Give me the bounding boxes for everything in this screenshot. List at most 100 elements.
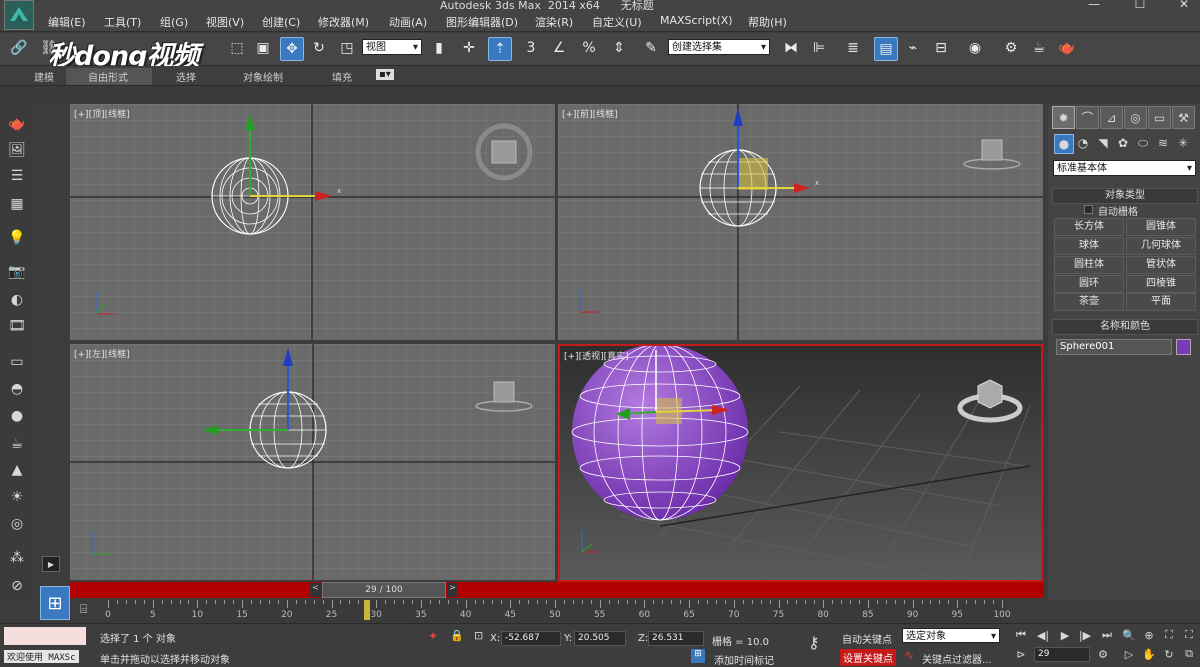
next-frame-icon[interactable]: |▶ [1076, 627, 1094, 643]
viewport-front[interactable]: x [+][前][线框] [558, 104, 1043, 340]
menu-graph-editors[interactable]: 图形编辑器(D) [446, 14, 518, 30]
sphere-shaded[interactable] [571, 346, 749, 521]
hierarchy-tab-icon[interactable]: ⊿ [1100, 106, 1123, 129]
utilities-tab-icon[interactable]: ⚒ [1172, 106, 1195, 129]
set-key-button[interactable]: 设置关键点 [840, 649, 896, 666]
box-icon[interactable]: ▭ [6, 352, 28, 372]
mirror-icon[interactable]: ⧓ [780, 37, 802, 59]
reference-coordinate-dropdown[interactable]: 视图 [362, 39, 422, 55]
material-editor-icon[interactable]: ◉ [964, 37, 986, 59]
track-bar[interactable]: 0 5 10 15 20 25 30 35 40 45 50 55 60 65 70 75 80 85 90 95 10… [105, 600, 1011, 622]
menu-create[interactable]: 创建(C) [262, 14, 300, 30]
moon-icon[interactable]: ◐ [6, 290, 28, 310]
menu-tools[interactable]: 工具(T) [104, 14, 141, 30]
helpers-icon[interactable]: ⬭ [1134, 134, 1152, 152]
list-icon[interactable]: ☰ [6, 166, 28, 186]
viewport-layout-icon[interactable]: ⊞ [40, 586, 70, 620]
isolate-selection-icon[interactable]: ✦ [428, 629, 438, 643]
render-setup-icon[interactable]: ⚙ [1000, 37, 1022, 59]
teapot-button[interactable]: 茶壶 [1054, 293, 1124, 311]
viewport-perspective[interactable]: [+][透视][真实] [558, 344, 1043, 582]
orbit-icon[interactable]: ↻ [1160, 646, 1178, 662]
menu-group[interactable]: 组(G) [160, 14, 188, 30]
viewport-perspective-label[interactable]: [+][透视][真实] [564, 349, 629, 362]
viewport-front-label[interactable]: [+][前][线框] [562, 107, 618, 120]
align-icon[interactable]: ⊫ [808, 37, 830, 59]
selection-lock-icon[interactable]: 🔒 [450, 629, 464, 642]
sun-icon[interactable]: ☀ [6, 487, 28, 507]
x-coordinate-field[interactable]: -52.687 [501, 631, 561, 646]
geometry-icon[interactable]: ● [1054, 134, 1074, 154]
pan-view-icon[interactable]: ✋ [1140, 646, 1158, 662]
snap-toggle-icon[interactable]: 3 [520, 37, 542, 59]
select-scale-icon[interactable]: ◳ [336, 37, 358, 59]
play-preview-icon[interactable]: ▶ [42, 556, 60, 572]
window-crossing-icon[interactable]: ▣ [252, 37, 274, 59]
prev-frame-arrow-icon[interactable]: < [310, 583, 321, 597]
menu-customize[interactable]: 自定义(U) [592, 14, 642, 30]
cameras-icon[interactable]: ✿ [1114, 134, 1132, 152]
cone-button[interactable]: 圆锥体 [1126, 218, 1196, 236]
edit-named-selection-icon[interactable]: ✎ [640, 37, 662, 59]
object-name-field[interactable]: Sphere001 [1056, 339, 1172, 355]
spinner-snap-icon[interactable]: ⇕ [608, 37, 630, 59]
lights-icon[interactable]: ◥ [1094, 134, 1112, 152]
viewport-top[interactable]: x [+][顶][线框] [70, 104, 555, 340]
menu-views[interactable]: 视图(V) [206, 14, 244, 30]
maxscript-mini-listener-top[interactable] [4, 627, 86, 645]
maximize-button[interactable]: ☐ [1126, 0, 1154, 11]
key-mode-dropdown[interactable]: 选定对象 [902, 628, 1000, 644]
y-coordinate-field[interactable]: 20.505 [574, 631, 626, 646]
tube-button[interactable]: 管状体 [1126, 256, 1196, 274]
key-icon[interactable]: ⚷ [808, 633, 820, 652]
schematic-view-icon[interactable]: ⊟ [930, 37, 952, 59]
viewport-left[interactable]: [+][左][线框] [70, 344, 555, 580]
key-mode-toggle-icon[interactable]: ⊳ [1012, 646, 1030, 662]
zoom-extents-icon[interactable]: ⛶ [1160, 627, 1178, 643]
prev-frame-icon[interactable]: ◀| [1034, 627, 1052, 643]
ribbon-tab-freeform[interactable]: 自由形式 [88, 69, 128, 84]
transform-type-in-icon[interactable]: ⊡ [474, 629, 483, 642]
time-slider-knob[interactable]: 29 / 100 [322, 582, 446, 598]
torus-icon[interactable]: ◎ [6, 514, 28, 534]
ribbon-tab-populate[interactable]: 填充 [332, 69, 352, 84]
app-logo-icon[interactable] [4, 0, 34, 30]
menu-animation[interactable]: 动画(A) [389, 14, 427, 30]
shapes-icon[interactable]: ◔ [1074, 134, 1092, 152]
object-color-swatch[interactable] [1176, 339, 1191, 355]
goto-start-icon[interactable]: ⏮ [1012, 627, 1030, 643]
name-color-rollout-header[interactable]: 名称和颜色 [1052, 319, 1198, 335]
geosphere-button[interactable]: 几何球体 [1126, 237, 1196, 255]
minimize-button[interactable]: — [1080, 0, 1108, 11]
current-frame-field[interactable]: 29 [1034, 647, 1090, 662]
viewport-left-label[interactable]: [+][左][线框] [74, 347, 130, 360]
field-of-view-icon[interactable]: ▷ [1120, 646, 1138, 662]
graphite-ribbon-icon[interactable]: ▤ [874, 37, 898, 61]
zoom-extents-all-icon[interactable]: ⛶ [1180, 627, 1198, 643]
menu-rendering[interactable]: 渲染(R) [535, 14, 573, 30]
torus-button[interactable]: 圆环 [1054, 275, 1124, 293]
percent-snap-icon[interactable]: % [578, 37, 600, 59]
zoom-all-icon[interactable]: ⊕ [1140, 627, 1158, 643]
display-tab-icon[interactable]: ▭ [1148, 106, 1171, 129]
auto-key-button[interactable]: 自动关键点 [842, 631, 892, 646]
teapot-icon[interactable]: 🫖 [6, 114, 28, 134]
primitive-type-dropdown[interactable]: 标准基本体 [1053, 160, 1196, 176]
sphere-icon[interactable]: ● [6, 406, 28, 426]
cone-icon[interactable]: ▲ [6, 460, 28, 480]
ribbon-tab-modeling[interactable]: 建模 [34, 69, 54, 84]
time-slider[interactable]: 29 / 100 < > [70, 582, 1044, 598]
light-icon[interactable]: 💡 [6, 228, 28, 248]
select-move-icon[interactable]: ✥ [280, 37, 304, 61]
maximize-viewport-icon[interactable]: ⧉ [1180, 646, 1198, 662]
particles-icon[interactable]: ⁂ [6, 548, 28, 568]
menu-modifiers[interactable]: 修改器(M) [318, 14, 369, 30]
modify-tab-icon[interactable]: ⌒ [1076, 106, 1099, 129]
maxscript-mini-listener[interactable]: 欢迎使用 MAXSc [4, 650, 79, 663]
render-frame-icon[interactable]: ☕ [1028, 37, 1050, 59]
menu-maxscript[interactable]: MAXScript(X) [660, 14, 733, 27]
sphere-button[interactable]: 球体 [1054, 237, 1124, 255]
tube-icon[interactable]: ⊘ [6, 576, 28, 596]
play-icon[interactable]: ▶ [1056, 627, 1074, 643]
menu-help[interactable]: 帮助(H) [748, 14, 787, 30]
